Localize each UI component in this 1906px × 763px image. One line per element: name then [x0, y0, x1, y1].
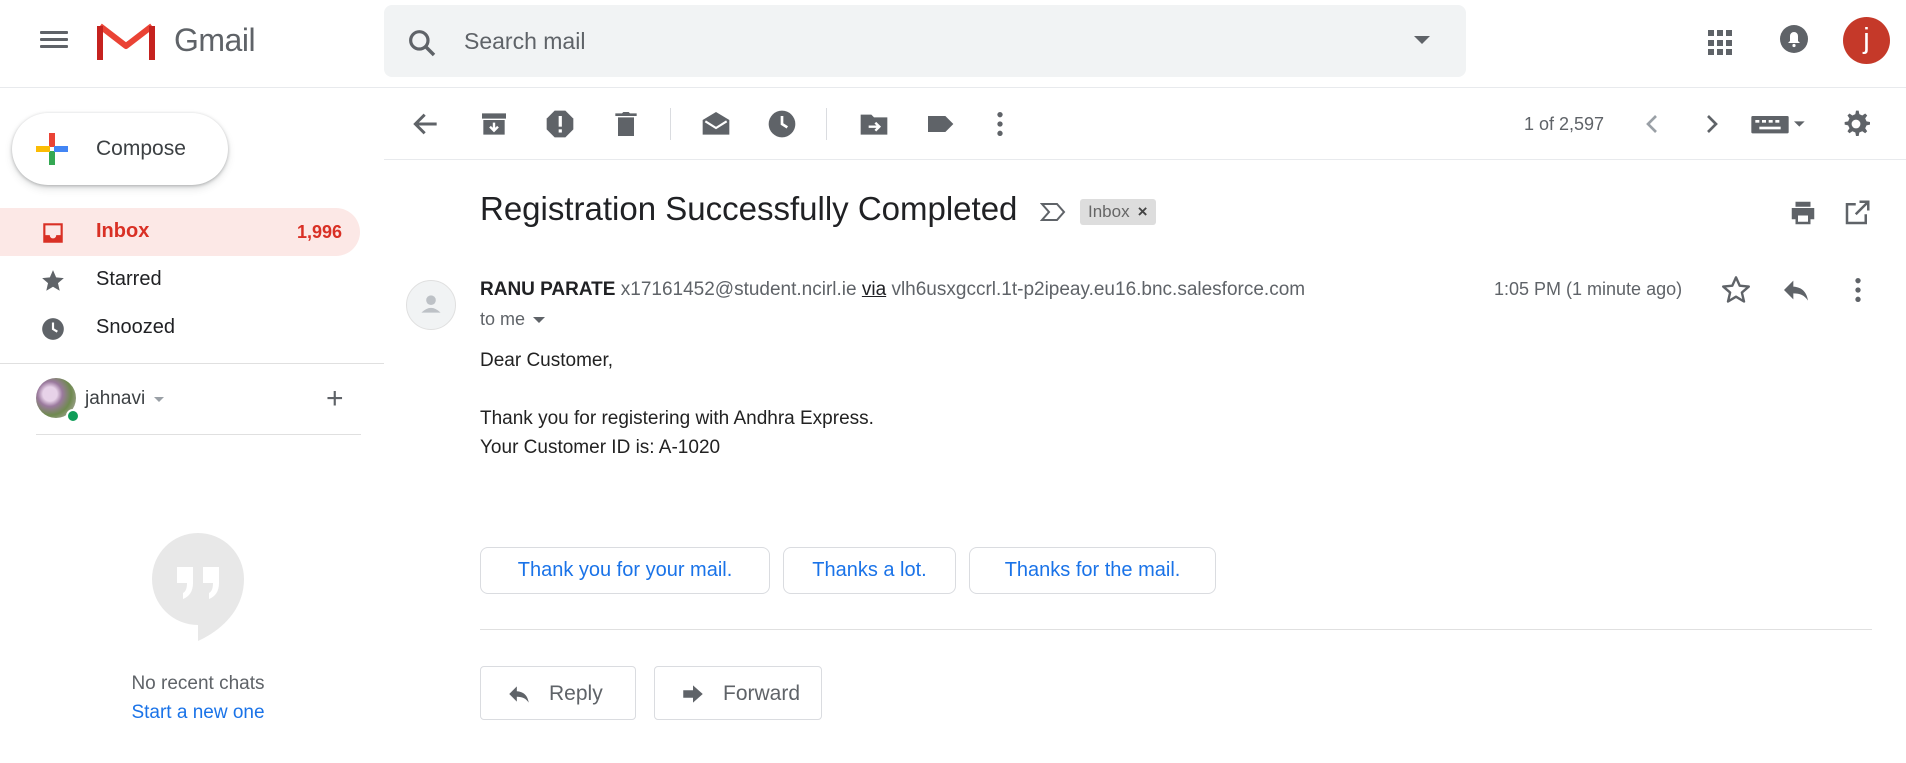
search-input[interactable] [464, 23, 1364, 59]
recipient-details[interactable]: to me [480, 309, 546, 330]
more-options-icon[interactable] [1842, 274, 1874, 306]
online-status-icon [66, 409, 80, 423]
hangouts-quote-icon [152, 533, 244, 641]
no-recent-chats-text: No recent chats [131, 673, 265, 694]
show-details-icon[interactable] [533, 317, 546, 324]
sender-email: x17161452@student.ncirl.ie [620, 279, 857, 300]
new-conversation-icon[interactable]: + [326, 382, 344, 416]
snooze-icon[interactable] [766, 108, 798, 140]
body-line: Thank you for registering with Andhra Ex… [480, 408, 874, 429]
unread-count: 1,996 [296, 222, 342, 242]
sender-info: RANU PARATE x17161452@student.ncirl.ie v… [480, 279, 1305, 301]
start-new-chat-link[interactable]: Start a new one [0, 702, 396, 724]
sidebar-item-starred[interactable]: Starred [0, 256, 360, 304]
sidebar-item-label: Snoozed [96, 316, 175, 338]
sender-name[interactable]: RANU PARATE [480, 279, 615, 300]
more-vert-icon[interactable] [984, 108, 1016, 140]
inbox-label-chip: Inbox × [1080, 199, 1156, 225]
sidebar-item-label: Starred [96, 268, 162, 290]
sidebar-item-label: Inbox [96, 220, 150, 242]
reply-icon [509, 686, 529, 703]
hangouts-user-name: jahnavi [85, 388, 146, 409]
star-icon [42, 270, 64, 291]
report-spam-icon[interactable] [544, 108, 576, 140]
star-message-icon[interactable] [1720, 274, 1752, 306]
smart-reply-button[interactable]: Thank you for your mail. [480, 547, 770, 594]
smart-reply-button[interactable]: Thanks for the mail. [969, 547, 1216, 594]
back-arrow-icon[interactable] [410, 108, 442, 140]
archive-icon[interactable] [478, 108, 510, 140]
compose-button[interactable]: Compose [12, 113, 228, 185]
account-avatar[interactable]: j [1843, 17, 1890, 64]
reply-button[interactable]: Reply [480, 666, 636, 720]
sidebar-item-inbox[interactable]: Inbox 1,996 [0, 208, 360, 256]
clock-icon [42, 318, 64, 340]
keyboard-icon[interactable] [1750, 108, 1806, 140]
forward-label: Forward [723, 682, 801, 705]
body-line: Your Customer ID is: A-1020 [480, 437, 721, 458]
top-bar: Gmail j [0, 0, 1906, 88]
via-link[interactable]: via [862, 279, 886, 300]
delete-icon[interactable] [610, 108, 642, 140]
label-icon[interactable] [924, 108, 956, 140]
toolbar-divider [670, 108, 671, 140]
newer-icon[interactable] [1636, 108, 1668, 140]
forward-icon [683, 685, 703, 703]
gmail-logo[interactable] [97, 20, 155, 62]
hangouts-divider [36, 434, 361, 435]
pagination-count: 1 of 2,597 [1524, 114, 1605, 134]
compose-label: Compose [96, 137, 186, 160]
hangouts-user[interactable]: jahnavi + [36, 378, 366, 423]
sidebar-divider [0, 363, 384, 364]
via-domain: vlh6usxgccrl.1t-p2ipeay.eu16.bnc.salesfo… [891, 279, 1306, 300]
google-apps-icon[interactable] [1706, 28, 1736, 58]
label-chip-text: Inbox [1088, 202, 1130, 221]
older-icon[interactable] [1696, 108, 1728, 140]
message-time: 1:05 PM (1 minute ago) [1494, 279, 1683, 299]
move-to-icon[interactable] [858, 108, 890, 140]
forward-button[interactable]: Forward [654, 666, 822, 720]
reply-label: Reply [549, 682, 603, 705]
recipient-text: to me [480, 309, 526, 329]
status-dropdown-icon[interactable] [154, 397, 164, 402]
app-name: Gmail [174, 22, 256, 58]
inbox-icon [43, 223, 63, 243]
notifications-icon[interactable] [1777, 22, 1811, 56]
reply-icon[interactable] [1780, 274, 1812, 306]
email-subject: Registration Successfully Completed [480, 190, 1018, 227]
importance-marker-icon[interactable] [1040, 200, 1066, 224]
print-icon[interactable] [1788, 198, 1818, 228]
message-divider [480, 629, 1872, 630]
open-in-new-window-icon[interactable] [1842, 198, 1872, 228]
search-options-icon[interactable] [1414, 36, 1430, 44]
toolbar-divider [826, 108, 827, 140]
search-icon[interactable] [406, 27, 438, 59]
remove-label-icon[interactable]: × [1138, 202, 1148, 221]
body-greeting: Dear Customer, [480, 350, 614, 371]
default-person-icon [421, 295, 441, 313]
compose-plus-icon [36, 133, 68, 165]
smart-reply-button[interactable]: Thanks a lot. [783, 547, 956, 594]
search-bar[interactable] [384, 5, 1466, 77]
mark-unread-icon[interactable] [700, 108, 732, 140]
message-toolbar: 1 of 2,597 [384, 88, 1906, 160]
sender-avatar [406, 280, 456, 330]
main-menu-icon[interactable] [34, 27, 74, 57]
settings-icon[interactable] [1840, 108, 1872, 140]
sidebar-item-snoozed[interactable]: Snoozed [0, 304, 360, 352]
